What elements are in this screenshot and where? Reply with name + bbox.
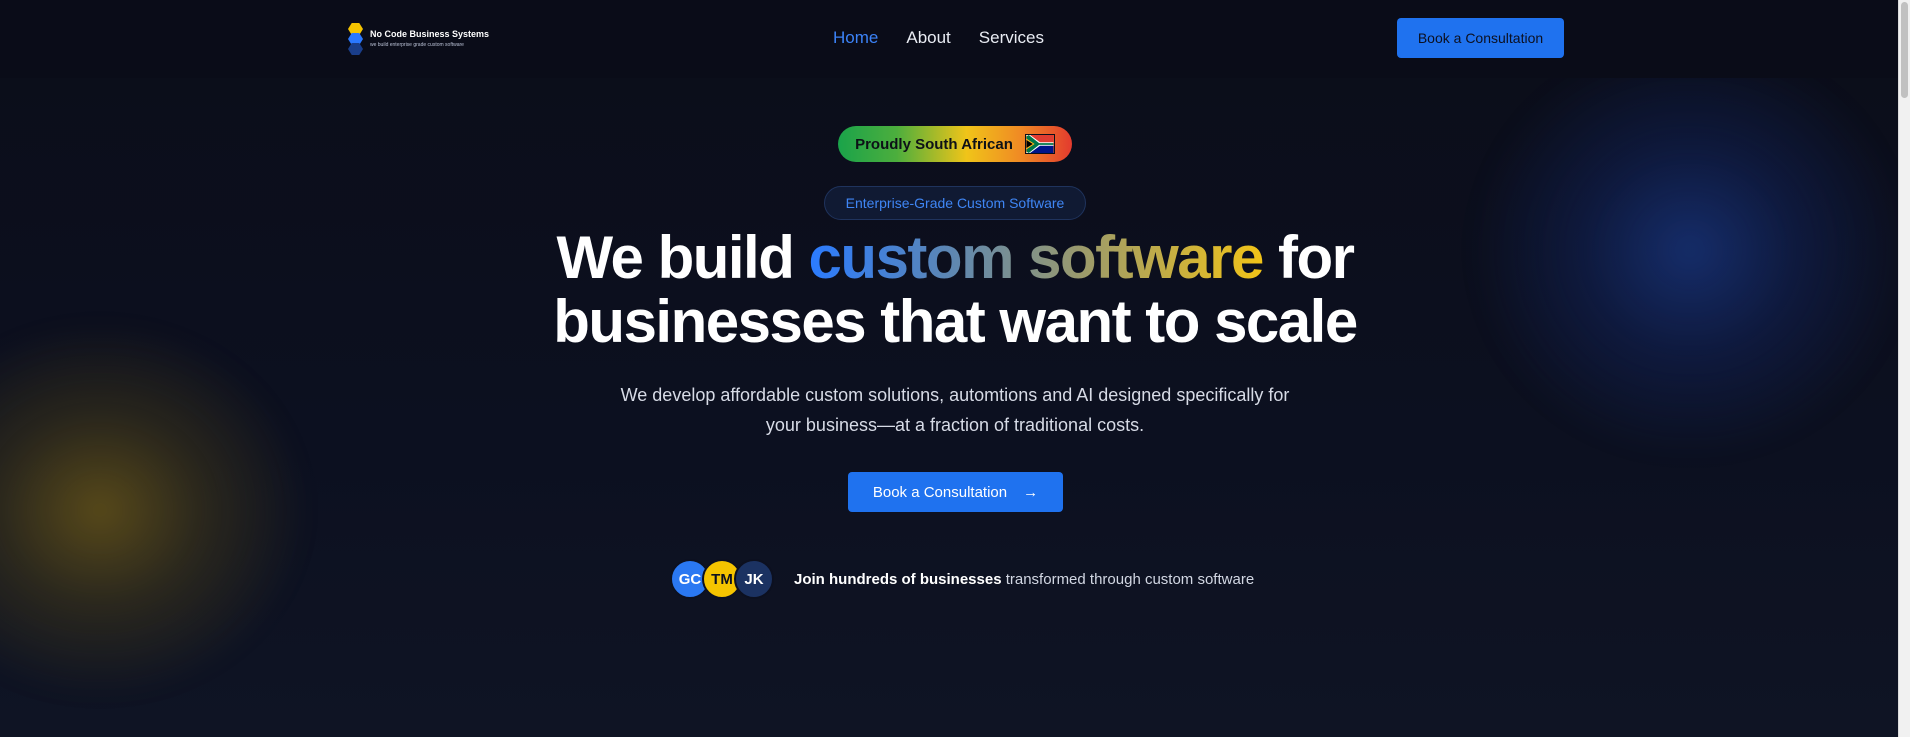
hero-book-consultation-button[interactable]: Book a Consultation →	[848, 472, 1063, 512]
scrollbar-thumb[interactable]	[1901, 2, 1908, 98]
social-proof-rest: transformed through custom software	[1001, 570, 1255, 588]
site-header: No Code Business Systems we build enterp…	[0, 0, 1898, 78]
arrow-right-icon: →	[1023, 483, 1039, 501]
headline-start: We build	[556, 224, 809, 291]
social-proof-text: Join hundreds of businesses transformed …	[794, 571, 1254, 588]
nav-link-home[interactable]: Home	[833, 28, 878, 48]
background-glow-blue	[1470, 40, 1910, 460]
hero-cta-label: Book a Consultation	[872, 483, 1008, 501]
hero-subheadline: We develop affordable custom solutions, …	[620, 385, 1290, 435]
nav-link-about[interactable]: About	[906, 28, 950, 48]
hero-headline: We build custom software for businesses …	[455, 226, 1455, 354]
social-proof-bold: Join hundreds of businesses	[794, 570, 1002, 588]
brand-logo[interactable]: No Code Business Systems we build enterp…	[346, 21, 489, 55]
main-nav: Home About Services	[833, 28, 1044, 48]
avatar: JK	[734, 559, 774, 599]
enterprise-badge: Enterprise-Grade Custom Software	[824, 186, 1086, 220]
proudly-south-african-badge: Proudly South African	[838, 126, 1072, 162]
brand-tagline: we build enterprise grade custom softwar…	[370, 41, 464, 48]
social-proof: GC TM JK Join hundreds of businesses tra…	[670, 559, 1254, 599]
brand-name: No Code Business Systems	[370, 28, 490, 39]
header-book-consultation-button[interactable]: Book a Consultation	[1397, 18, 1564, 58]
page-scrollbar[interactable]	[1898, 0, 1910, 737]
page: No Code Business Systems we build enterp…	[0, 0, 1910, 737]
background-glow-yellow	[0, 320, 310, 700]
nav-link-services[interactable]: Services	[979, 28, 1044, 48]
proudly-south-african-label: Proudly South African	[855, 135, 1013, 153]
headline-highlight: custom software	[808, 224, 1265, 291]
south-africa-flag-icon	[1024, 134, 1055, 154]
hexagon-logo-icon	[346, 21, 366, 55]
